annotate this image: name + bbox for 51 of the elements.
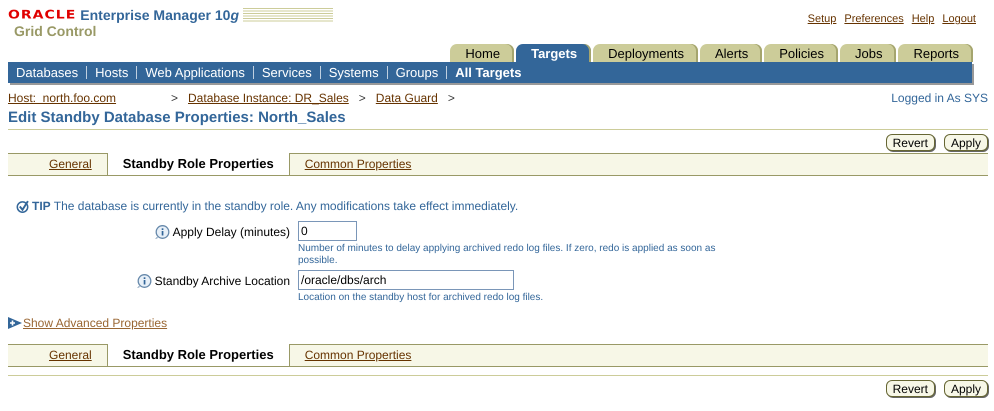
subtab[interactable]: General bbox=[34, 154, 107, 175]
breadcrumb-link[interactable]: Data Guard bbox=[376, 91, 438, 105]
help-text: Number of minutes to delay applying archived redo log files. If zero, redo is applied as soon as possible. bbox=[298, 243, 716, 267]
global-link[interactable]: Logout bbox=[942, 13, 976, 25]
login-status: Logged in As SYS bbox=[891, 91, 988, 105]
info-icon[interactable] bbox=[136, 273, 152, 289]
breadcrumb-link[interactable]: Host: north.foo.com bbox=[8, 91, 161, 105]
nav-tab[interactable]: Policies bbox=[764, 44, 838, 62]
edition-name: Grid Control bbox=[14, 23, 98, 39]
nav-tab[interactable]: Reports bbox=[898, 44, 973, 62]
subtab[interactable]: General bbox=[34, 345, 107, 366]
field-label: Standby Archive Location bbox=[154, 274, 290, 288]
breadcrumb-separator: > bbox=[358, 91, 366, 105]
input-field[interactable]: 0 bbox=[298, 221, 357, 241]
company-logo: ORACLE bbox=[8, 8, 76, 22]
input-field[interactable]: /oracle/dbs/arch bbox=[298, 270, 514, 290]
nav-tab[interactable]: Jobs bbox=[840, 44, 896, 62]
help-text: Location on the standby host for archived redo log files. bbox=[298, 292, 544, 304]
nav-link[interactable]: All Targets bbox=[455, 65, 522, 80]
product-name: Enterprise Manager 10g bbox=[80, 7, 240, 23]
show-advanced-link[interactable]: Show Advanced Properties bbox=[23, 316, 168, 330]
action-button[interactable]: Apply bbox=[944, 380, 988, 397]
nav-link[interactable]: Systems bbox=[328, 65, 379, 80]
nav-link[interactable]: Databases bbox=[16, 65, 78, 80]
nav-tab[interactable]: Alerts bbox=[700, 44, 762, 62]
subtab[interactable]: Common Properties bbox=[290, 345, 426, 366]
breadcrumb-separator: > bbox=[448, 91, 455, 105]
breadcrumb-link[interactable]: Database Instance: DR_Sales bbox=[188, 91, 349, 105]
nav-link[interactable]: Services bbox=[262, 65, 312, 80]
field-label: Apply Delay (minutes) bbox=[172, 225, 290, 239]
page-title: Edit Standby Database Properties: North_Sales bbox=[8, 109, 988, 130]
checkmark-icon bbox=[16, 200, 29, 212]
nav-tab[interactable]: Home bbox=[450, 44, 514, 62]
subtab[interactable]: Standby Role Properties bbox=[106, 344, 290, 366]
subtab[interactable]: Common Properties bbox=[290, 154, 426, 175]
nav-link[interactable]: Web Applications bbox=[145, 65, 245, 80]
nav-link[interactable]: Groups bbox=[396, 65, 438, 80]
global-link[interactable]: Setup bbox=[808, 13, 836, 25]
action-button[interactable]: Apply bbox=[944, 134, 988, 151]
global-link[interactable]: Preferences bbox=[844, 13, 904, 25]
action-button[interactable]: Revert bbox=[886, 380, 935, 397]
global-link[interactable]: Help bbox=[912, 13, 934, 25]
breadcrumb-separator: > bbox=[171, 91, 178, 105]
nav-tab[interactable]: Targets bbox=[516, 44, 592, 62]
info-icon[interactable] bbox=[154, 224, 170, 240]
tip-message: TIP The database is currently in the standby role. Any modifications take effect immediately. bbox=[32, 199, 518, 213]
nav-link[interactable]: Hosts bbox=[95, 65, 128, 80]
expand-icon[interactable] bbox=[8, 317, 22, 329]
subtab[interactable]: Standby Role Properties bbox=[106, 153, 290, 175]
action-button[interactable]: Revert bbox=[886, 134, 935, 151]
nav-tab[interactable]: Deployments bbox=[593, 44, 698, 62]
